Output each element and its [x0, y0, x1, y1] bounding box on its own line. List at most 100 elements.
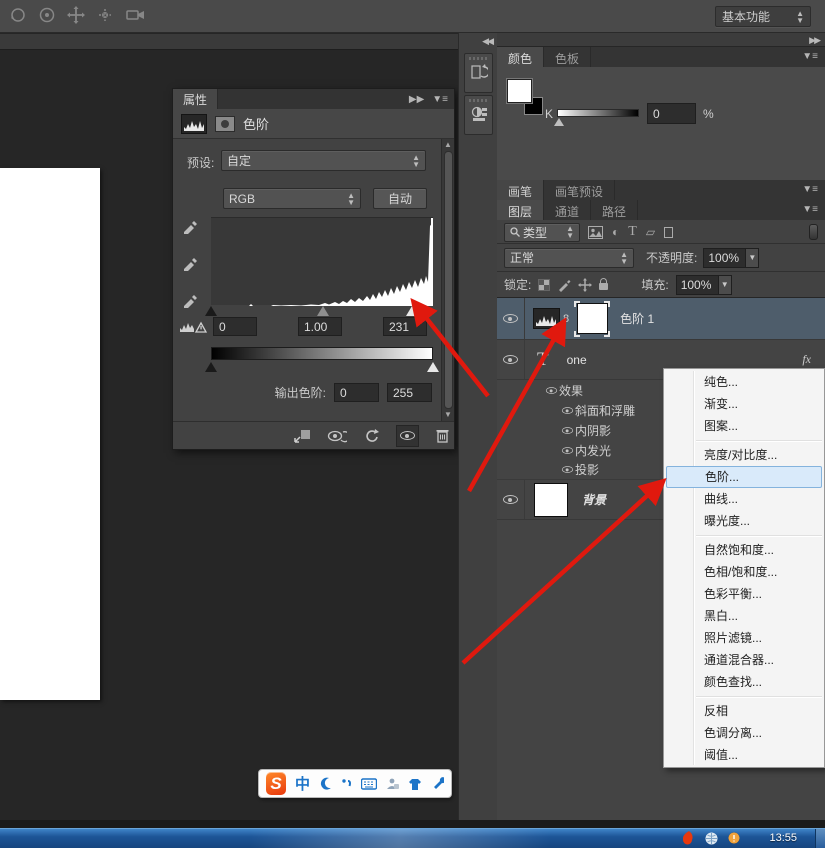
tab-brush[interactable]: 画笔 — [497, 180, 544, 200]
workspace-switcher[interactable]: 基本功能 ▲▼ — [715, 6, 811, 27]
channel-select[interactable]: RGB ▲▼ — [223, 188, 361, 209]
toolbox-icon[interactable] — [431, 777, 444, 790]
collapse-panel-icon[interactable]: ▶▶ — [409, 94, 424, 105]
chevron-down-icon[interactable]: ▼ — [718, 276, 731, 294]
tab-paths[interactable]: 路径 — [591, 200, 638, 220]
input-highlight-field[interactable]: 231 — [383, 317, 427, 336]
eye-icon[interactable] — [561, 427, 572, 434]
foreground-color-swatch[interactable] — [507, 79, 532, 103]
eyedropper-black-icon[interactable] — [182, 217, 199, 239]
menu-item-color-balance[interactable]: 色彩平衡... — [664, 583, 824, 605]
panel-menu-icon[interactable]: ▼≡ — [795, 180, 825, 200]
levels-histogram[interactable] — [211, 217, 433, 305]
lock-transparency-icon[interactable] — [538, 279, 550, 291]
layer-name[interactable]: 背景 — [582, 491, 606, 508]
chinese-mode-icon[interactable]: 中 — [295, 773, 310, 794]
clip-to-layer-icon[interactable] — [291, 425, 314, 447]
chevron-down-icon[interactable]: ▼ — [745, 249, 758, 267]
k-slider-thumb[interactable] — [554, 118, 564, 126]
tab-channels[interactable]: 通道 — [544, 200, 591, 220]
shadow-slider[interactable] — [205, 306, 217, 316]
menu-item-invert[interactable]: 反相 — [664, 700, 824, 722]
output-low-field[interactable]: 0 — [334, 383, 379, 402]
punctuation-icon[interactable] — [341, 777, 352, 790]
tray-sogou-icon[interactable] — [683, 831, 695, 845]
menu-item-gradient[interactable]: 渐变... — [664, 393, 824, 415]
show-desktop-button[interactable] — [815, 829, 825, 848]
collapse-dock-icon[interactable]: ◀◀ — [482, 36, 492, 47]
highlight-slider[interactable] — [406, 306, 418, 316]
expand-icon[interactable]: ▶▶ — [809, 35, 819, 46]
lock-pixels-icon[interactable] — [557, 278, 571, 292]
menu-item-pattern[interactable]: 图案... — [664, 415, 824, 437]
eyedropper-white-icon[interactable] — [182, 291, 199, 313]
menu-item-black-white[interactable]: 黑白... — [664, 605, 824, 627]
visibility-toggle-icon[interactable] — [396, 425, 419, 447]
eyedropper-gray-icon[interactable] — [182, 254, 199, 276]
layer-visibility-toggle[interactable] — [497, 480, 525, 519]
mask-icon[interactable] — [215, 116, 235, 132]
menu-item-solid-color[interactable]: 纯色... — [664, 371, 824, 393]
fullhalf-moon-icon[interactable] — [319, 777, 332, 790]
filtering-toggle[interactable] — [809, 224, 818, 240]
menu-item-exposure[interactable]: 曝光度... — [664, 510, 824, 532]
mask-link-icon[interactable]: 8 — [563, 313, 569, 325]
pan-3d-icon[interactable] — [66, 5, 86, 30]
tab-swatches[interactable]: 色板 — [544, 47, 591, 67]
panel-menu-icon[interactable]: ▼≡ — [795, 47, 825, 67]
menu-item-threshold[interactable]: 阈值... — [664, 744, 824, 766]
fx-badge[interactable]: fx — [802, 352, 811, 367]
eye-icon[interactable] — [561, 407, 572, 414]
layer-name[interactable]: 色阶 1 — [620, 310, 654, 327]
camera-3d-icon[interactable] — [124, 5, 148, 30]
fill-combo[interactable]: 100% ▼ — [676, 275, 732, 295]
tab-brush-presets[interactable]: 画笔预设 — [544, 180, 615, 200]
adjustments-panel-button[interactable] — [464, 95, 493, 135]
histogram-warning-icon[interactable] — [179, 317, 209, 334]
k-slider[interactable] — [557, 109, 639, 117]
scroll-up-icon[interactable]: ▲ — [444, 141, 452, 149]
eye-icon[interactable] — [561, 466, 572, 473]
taskbar[interactable]: 13:55 — [0, 828, 825, 848]
input-shadow-field[interactable]: 0 — [213, 317, 257, 336]
view-previous-state-icon[interactable] — [326, 425, 349, 447]
sogou-logo-icon[interactable]: S — [266, 772, 286, 795]
menu-item-levels[interactable]: 色阶... — [666, 466, 822, 488]
layer-row-levels[interactable]: 8 色阶 1 — [497, 298, 825, 340]
orbit-3d-icon[interactable] — [8, 5, 28, 30]
tab-color[interactable]: 颜色 — [497, 47, 544, 67]
lock-position-icon[interactable] — [578, 278, 592, 292]
document-canvas[interactable] — [0, 168, 100, 700]
soft-keyboard-icon[interactable] — [361, 778, 377, 790]
history-panel-button[interactable] — [464, 53, 493, 93]
blend-mode-select[interactable]: 正常 ▲▼ — [504, 248, 634, 268]
scrollbar-thumb[interactable] — [444, 151, 453, 409]
filter-pixel-layers-icon[interactable] — [588, 226, 603, 239]
slide-3d-icon[interactable] — [95, 5, 115, 30]
menu-item-photo-filter[interactable]: 照片滤镜... — [664, 627, 824, 649]
filter-adjustment-layers-icon[interactable]: ◐ — [612, 225, 619, 239]
output-white-slider[interactable] — [427, 362, 439, 372]
delete-adjustment-icon[interactable] — [431, 425, 454, 447]
menu-item-channel-mixer[interactable]: 通道混合器... — [664, 649, 824, 671]
reset-icon[interactable] — [361, 425, 384, 447]
tray-network-icon[interactable] — [705, 832, 718, 845]
menu-item-posterize[interactable]: 色调分离... — [664, 722, 824, 744]
taskbar-clock[interactable]: 13:55 — [769, 832, 797, 844]
menu-item-hue-saturation[interactable]: 色相/饱和度... — [664, 561, 824, 583]
layer-visibility-toggle[interactable] — [497, 340, 525, 379]
menu-item-vibrance[interactable]: 自然饱和度... — [664, 539, 824, 561]
menu-item-curves[interactable]: 曲线... — [664, 488, 824, 510]
tab-properties[interactable]: 属性 — [173, 89, 218, 109]
tray-update-icon[interactable] — [728, 832, 740, 844]
account-icon[interactable] — [386, 777, 399, 790]
filter-shape-layers-icon[interactable]: ▱ — [646, 225, 655, 239]
menu-item-brightness-contrast[interactable]: 亮度/对比度... — [664, 444, 824, 466]
panel-menu-icon[interactable]: ▼≡ — [795, 200, 825, 220]
layer-mask-thumbnail[interactable] — [574, 301, 610, 337]
midtone-slider[interactable] — [317, 306, 329, 316]
auto-button[interactable]: 自动 — [373, 188, 427, 209]
menu-item-color-lookup[interactable]: 颜色查找... — [664, 671, 824, 693]
roll-3d-icon[interactable] — [37, 5, 57, 30]
scroll-down-icon[interactable]: ▼ — [444, 411, 452, 419]
